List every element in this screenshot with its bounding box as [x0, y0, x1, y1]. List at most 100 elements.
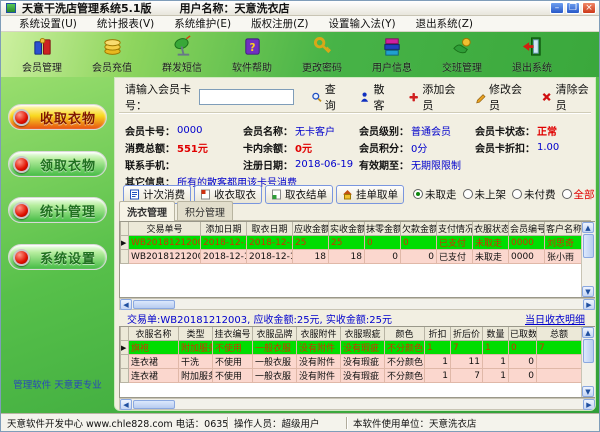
sidebar-slogan: 管理软件 天意更专业: [1, 377, 114, 391]
card-discount: 1.00: [537, 142, 559, 153]
table-cell: 不使用: [213, 369, 253, 383]
column-header: 抹零金额: [365, 222, 401, 236]
query-button[interactable]: 查询: [311, 81, 343, 113]
toolbar-sms[interactable]: 群发短信: [147, 35, 217, 74]
settle-order-button[interactable]: 取衣结单: [265, 185, 333, 204]
clear-member-button[interactable]: 清除会员: [541, 81, 591, 113]
table-row[interactable]: WB201812120022018-12-122018-12-13181800已…: [121, 250, 582, 264]
orders-horizontal-scrollbar[interactable]: ◀ ▶: [119, 298, 596, 310]
table-row[interactable]: ▶旗袍附加服务不使用一般衣服没有附件没有瑕疵不分颜色17107: [121, 341, 582, 355]
table-cell: 一般衣服: [253, 355, 297, 369]
row-marker: [121, 250, 129, 264]
table-cell: 一般衣服: [253, 369, 297, 383]
column-header: 交易单号: [129, 222, 201, 236]
scroll-right-arrow[interactable]: ▶: [583, 399, 595, 410]
toolbar-user-info[interactable]: 用户信息: [357, 35, 427, 74]
toolbar-exit[interactable]: 退出系统: [497, 35, 567, 74]
radio-not-shelved[interactable]: 未上架: [463, 187, 507, 202]
sidebar-button-pickup-clothes[interactable]: 领取衣物: [8, 151, 107, 177]
clear-member-label: 清除会员: [556, 81, 591, 113]
menu-statistics-report[interactable]: 统计报表(V): [87, 16, 164, 31]
card-number-input[interactable]: [199, 89, 294, 105]
table-cell: 一般衣服: [253, 341, 297, 355]
pickup-order-button[interactable]: 挂单取单: [336, 185, 404, 204]
toolbar-member-recharge[interactable]: 会员充值: [77, 35, 147, 74]
toolbar-shift-manage[interactable]: 交班管理: [427, 35, 497, 74]
sidebar-button-statistics[interactable]: 统计管理: [8, 197, 107, 223]
radio-all[interactable]: 全部: [562, 187, 595, 202]
menu-system-maintenance[interactable]: 系统维护(E): [164, 16, 241, 31]
field-label: 有效期至：: [359, 157, 409, 172]
scroll-right-arrow[interactable]: ▶: [583, 299, 595, 310]
row-marker: [121, 355, 129, 369]
table-cell: 不使用: [213, 355, 253, 369]
menu-system-settings[interactable]: 系统设置(U): [9, 16, 87, 31]
field-label: 会员积分：: [359, 140, 409, 155]
header-row: 衣服名称类型挂衣编号衣服品牌衣服附件衣服瑕疵颜色折扣折后价数量已取数总额: [121, 327, 582, 341]
orders-table-zone: 交易单号添加日期取衣日期应收金额实收金额抹零金额欠款金额支付情况衣服状态会员编号…: [119, 221, 596, 298]
row-marker: ▶: [121, 236, 129, 250]
menu-input-method[interactable]: 设置输入法(Y): [319, 16, 406, 31]
field-label: 会员级别：: [359, 123, 409, 138]
radio-not-taken[interactable]: 未取走: [413, 187, 457, 202]
statusbar: 天意软件开发中心 www.chle828.com 电话：0635-7987985…: [1, 413, 599, 431]
minimize-button[interactable]: –: [550, 2, 564, 14]
red-ball-icon: [13, 156, 30, 173]
table-row[interactable]: 连衣裙附加服务不使用一般衣服没有附件没有瑕疵不分颜色1710: [121, 369, 582, 383]
satellite-dish-icon: [171, 35, 194, 58]
scroll-up-arrow[interactable]: ▲: [582, 222, 594, 233]
scroll-up-arrow[interactable]: ▲: [582, 327, 594, 338]
toolbar-label: 会员充值: [92, 59, 132, 74]
member-points: 0分: [411, 140, 427, 155]
search-icon: [311, 90, 322, 104]
table-row[interactable]: ▶WB201812120032018-12-122018-12-13252500…: [121, 236, 582, 250]
scroll-left-arrow[interactable]: ◀: [120, 299, 132, 310]
add-member-button[interactable]: 添加会员: [408, 81, 458, 113]
column-header: 会员编号: [509, 222, 545, 236]
tab-laundry-manage[interactable]: 洗衣管理: [119, 201, 175, 221]
items-horizontal-scrollbar[interactable]: ◀ ▶: [119, 398, 596, 410]
menu-exit-system[interactable]: 退出系统(Z): [406, 16, 483, 31]
table-cell: 不分颜色: [385, 341, 425, 355]
tab-points-manage[interactable]: 积分管理: [177, 201, 233, 220]
field-label: 会员卡号：: [125, 123, 175, 138]
table-cell: 已支付: [437, 250, 473, 264]
orders-vertical-scrollbar[interactable]: ▲ ▼: [581, 222, 595, 297]
sidebar-button-system-settings[interactable]: 系统设置: [8, 244, 107, 270]
today-receive-detail-link[interactable]: 当日收衣明细: [525, 311, 585, 323]
scroll-down-arrow[interactable]: ▼: [582, 286, 594, 297]
scroll-thumb[interactable]: [133, 400, 175, 409]
walkin-button-label: 散客: [374, 81, 392, 113]
walkin-customer-button[interactable]: 散客: [359, 81, 391, 113]
toolbar-help[interactable]: ? 软件帮助: [217, 35, 287, 74]
scroll-thumb[interactable]: [583, 234, 594, 258]
tab-bar: 洗衣管理 积分管理: [119, 205, 591, 221]
divider: [119, 112, 591, 114]
table-cell: 0000: [509, 250, 545, 264]
scroll-thumb[interactable]: [133, 300, 175, 309]
sidebar-button-receive-clothes[interactable]: 收取衣物: [8, 104, 107, 130]
red-ball-icon: [13, 202, 30, 219]
radio-unpaid[interactable]: 未付费: [512, 187, 556, 202]
sidebar-button-label: 领取衣物: [30, 155, 106, 174]
scroll-left-arrow[interactable]: ◀: [120, 399, 132, 410]
page-red-icon: [200, 189, 211, 200]
toolbar-member-manage[interactable]: 会员管理: [7, 35, 77, 74]
scroll-down-arrow[interactable]: ▼: [582, 386, 594, 397]
menu-copyright-register[interactable]: 版权注册(Z): [241, 16, 318, 31]
maximize-button[interactable]: ❐: [566, 2, 580, 14]
table-cell: 0: [365, 250, 401, 264]
row-marker: [121, 369, 129, 383]
table-row[interactable]: 连衣裙干洗不使用一般衣服没有附件没有瑕疵不分颜色11110: [121, 355, 582, 369]
header-row: 交易单号添加日期取衣日期应收金额实收金额抹零金额欠款金额支付情况衣服状态会员编号…: [121, 222, 582, 236]
table-cell: 未取走: [473, 236, 509, 250]
scroll-thumb[interactable]: [583, 339, 594, 363]
items-table: 衣服名称类型挂衣编号衣服品牌衣服附件衣服瑕疵颜色折扣折后价数量已取数总额▶旗袍附…: [120, 327, 581, 383]
transaction-summary: 交易单:WB20181212003, 应收金额:25元, 实收金额:25元: [127, 311, 392, 323]
table-cell: 没有瑕疵: [341, 355, 385, 369]
items-vertical-scrollbar[interactable]: ▲ ▼: [581, 327, 595, 397]
exit-door-icon: [521, 35, 544, 58]
close-button[interactable]: ×: [582, 2, 596, 14]
toolbar-change-password[interactable]: 更改密码: [287, 35, 357, 74]
edit-member-button[interactable]: 修改会员: [475, 81, 525, 113]
